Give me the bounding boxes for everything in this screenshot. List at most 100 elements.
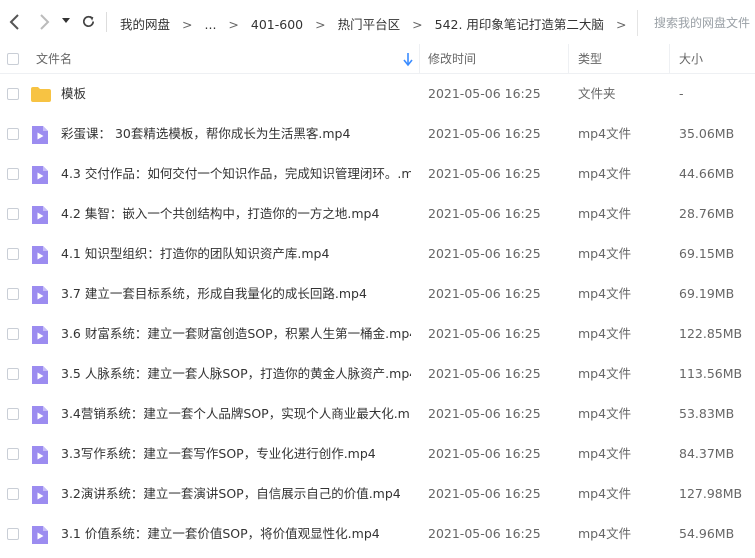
sort-arrow-icon[interactable] bbox=[403, 50, 413, 70]
column-header-modified[interactable]: 修改时间 bbox=[428, 44, 476, 74]
row-checkbox[interactable] bbox=[7, 128, 19, 140]
video-file-icon bbox=[31, 485, 49, 505]
file-name[interactable]: 3.6 财富系统：建立一套财富创造SOP，积累人生第一桶金.mp4 bbox=[61, 314, 411, 354]
file-type: mp4文件 bbox=[578, 406, 632, 421]
video-file-icon bbox=[31, 405, 49, 425]
table-row[interactable]: 3.1 价值系统：建立一套价值SOP，将价值观显性化.mp4 2021-05-06… bbox=[0, 514, 755, 554]
toolbar-divider bbox=[106, 12, 107, 32]
breadcrumb-item[interactable]: 我的网盘 bbox=[120, 14, 170, 33]
video-file-icon bbox=[31, 205, 49, 225]
table-row[interactable]: 模板 2021-05-06 16:25 文件夹 - bbox=[0, 74, 755, 114]
toolbar: 我的网盘 >... >401-600 > 热门平台区 >542. 用印象笔记打造第二大脑 >… bbox=[0, 0, 755, 44]
file-type: mp4文件 bbox=[578, 246, 632, 261]
file-modified-time: 2021-05-06 16:25 bbox=[428, 406, 541, 421]
column-divider bbox=[669, 44, 670, 74]
column-divider bbox=[419, 44, 420, 74]
table-row[interactable]: 3.7 建立一套目标系统，形成自我量化的成长回路.mp4 2021-05-06 1… bbox=[0, 274, 755, 314]
chevron-left-icon[interactable] bbox=[5, 11, 25, 33]
file-modified-time: 2021-05-06 16:25 bbox=[428, 526, 541, 541]
file-modified-time: 2021-05-06 16:25 bbox=[428, 206, 541, 221]
video-file-icon bbox=[31, 525, 49, 545]
row-checkbox[interactable] bbox=[7, 528, 19, 540]
file-type: mp4文件 bbox=[578, 326, 632, 341]
table-row[interactable]: 3.3写作系统：建立一套写作SOP，专业化进行创作.mp4 2021-05-06 … bbox=[0, 434, 755, 474]
file-name[interactable]: 3.5 人脉系统：建立一套人脉SOP，打造你的黄金人脉资产.mp4 bbox=[61, 354, 411, 394]
breadcrumb: 我的网盘 >... >401-600 > 热门平台区 >542. 用印象笔记打造第二大脑 > bbox=[120, 14, 638, 32]
file-name[interactable]: 3.1 价值系统：建立一套价值SOP，将价值观显性化.mp4 bbox=[61, 514, 411, 554]
breadcrumb-separator: > bbox=[182, 17, 193, 32]
file-size: 113.56MB bbox=[679, 366, 743, 381]
breadcrumb-item-current[interactable]: 542. 用印象笔记打造第二大脑 bbox=[435, 14, 604, 33]
column-divider bbox=[568, 44, 569, 74]
video-file-icon bbox=[31, 245, 49, 265]
column-header-size[interactable]: 大小 bbox=[679, 44, 703, 74]
breadcrumb-separator: > bbox=[228, 17, 239, 32]
file-size: 54.96MB bbox=[679, 526, 735, 541]
row-checkbox[interactable] bbox=[7, 168, 19, 180]
row-checkbox[interactable] bbox=[7, 208, 19, 220]
file-name[interactable]: 模板 bbox=[61, 74, 411, 114]
row-checkbox[interactable] bbox=[7, 408, 19, 420]
table-row[interactable]: 4.2 集智：嵌入一个共创结构中，打造你的一方之地.mp4 2021-05-06 … bbox=[0, 194, 755, 234]
file-type: mp4文件 bbox=[578, 486, 632, 501]
breadcrumb-separator: > bbox=[315, 17, 326, 32]
row-checkbox[interactable] bbox=[7, 488, 19, 500]
breadcrumb-item[interactable]: 401-600 bbox=[251, 17, 303, 32]
chevron-right-icon[interactable] bbox=[34, 11, 54, 33]
file-size: - bbox=[679, 86, 684, 101]
row-checkbox[interactable] bbox=[7, 448, 19, 460]
file-name[interactable]: 3.4营销系统：建立一套个人品牌SOP，实现个人商业最大化.mp4 bbox=[61, 394, 411, 434]
folder-icon bbox=[31, 87, 51, 102]
file-type: mp4文件 bbox=[578, 286, 632, 301]
row-checkbox[interactable] bbox=[7, 368, 19, 380]
video-file-icon bbox=[31, 325, 49, 345]
row-checkbox[interactable] bbox=[7, 288, 19, 300]
column-header-type[interactable]: 类型 bbox=[578, 44, 602, 74]
breadcrumb-separator: > bbox=[615, 17, 627, 32]
table-row[interactable]: 4.1 知识型组织：打造你的团队知识资产库.mp4 2021-05-06 16:2… bbox=[0, 234, 755, 274]
file-modified-time: 2021-05-06 16:25 bbox=[428, 126, 541, 141]
table-row[interactable]: 3.6 财富系统：建立一套财富创造SOP，积累人生第一桶金.mp4 2021-05… bbox=[0, 314, 755, 354]
row-checkbox[interactable] bbox=[7, 248, 19, 260]
video-file-icon bbox=[31, 125, 49, 145]
file-name[interactable]: 彩蛋课： 30套精选模板，帮你成长为生活黑客.mp4 bbox=[61, 114, 411, 154]
table-row[interactable]: 彩蛋课： 30套精选模板，帮你成长为生活黑客.mp4 2021-05-06 16:… bbox=[0, 114, 755, 154]
file-modified-time: 2021-05-06 16:25 bbox=[428, 446, 541, 461]
table-row[interactable]: 3.4营销系统：建立一套个人品牌SOP，实现个人商业最大化.mp4 2021-05… bbox=[0, 394, 755, 434]
row-checkbox[interactable] bbox=[7, 88, 19, 100]
table-row[interactable]: 3.5 人脉系统：建立一套人脉SOP，打造你的黄金人脉资产.mp4 2021-05… bbox=[0, 354, 755, 394]
file-type: mp4文件 bbox=[578, 206, 632, 221]
column-header-name[interactable]: 文件名 bbox=[36, 44, 72, 74]
file-name[interactable]: 4.1 知识型组织：打造你的团队知识资产库.mp4 bbox=[61, 234, 411, 274]
file-name[interactable]: 3.3写作系统：建立一套写作SOP，专业化进行创作.mp4 bbox=[61, 434, 411, 474]
table-row[interactable]: 4.3 交付作品：如何交付一个知识作品，完成知识管理闭环。.m... 2021-0… bbox=[0, 154, 755, 194]
file-name[interactable]: 4.2 集智：嵌入一个共创结构中，打造你的一方之地.mp4 bbox=[61, 194, 411, 234]
video-file-icon bbox=[31, 365, 49, 385]
file-type: mp4文件 bbox=[578, 526, 632, 541]
file-name[interactable]: 4.3 交付作品：如何交付一个知识作品，完成知识管理闭环。.m... bbox=[61, 154, 411, 194]
video-file-icon bbox=[31, 445, 49, 465]
refresh-icon[interactable] bbox=[78, 11, 98, 33]
file-size: 28.76MB bbox=[679, 206, 735, 221]
video-file-icon bbox=[31, 165, 49, 185]
breadcrumb-item[interactable]: 热门平台区 bbox=[338, 14, 401, 33]
file-name[interactable]: 3.7 建立一套目标系统，形成自我量化的成长回路.mp4 bbox=[61, 274, 411, 314]
file-type: mp4文件 bbox=[578, 366, 632, 381]
file-size: 35.06MB bbox=[679, 126, 735, 141]
file-size: 69.15MB bbox=[679, 246, 735, 261]
select-all-checkbox[interactable] bbox=[7, 53, 19, 65]
file-name[interactable]: 3.2演讲系统：建立一套演讲SOP，自信展示自己的价值.mp4 bbox=[61, 474, 411, 514]
file-modified-time: 2021-05-06 16:25 bbox=[428, 286, 541, 301]
file-modified-time: 2021-05-06 16:25 bbox=[428, 366, 541, 381]
file-modified-time: 2021-05-06 16:25 bbox=[428, 166, 541, 181]
file-modified-time: 2021-05-06 16:25 bbox=[428, 86, 541, 101]
breadcrumb-separator: > bbox=[412, 17, 423, 32]
row-checkbox[interactable] bbox=[7, 328, 19, 340]
breadcrumb-item[interactable]: ... bbox=[205, 17, 217, 32]
file-size: 69.19MB bbox=[679, 286, 735, 301]
file-size: 84.37MB bbox=[679, 446, 735, 461]
search-input[interactable]: 搜索我的网盘文件 bbox=[637, 10, 755, 36]
file-size: 44.66MB bbox=[679, 166, 735, 181]
table-row[interactable]: 3.2演讲系统：建立一套演讲SOP，自信展示自己的价值.mp4 2021-05-0… bbox=[0, 474, 755, 514]
caret-down-icon[interactable] bbox=[59, 11, 73, 33]
